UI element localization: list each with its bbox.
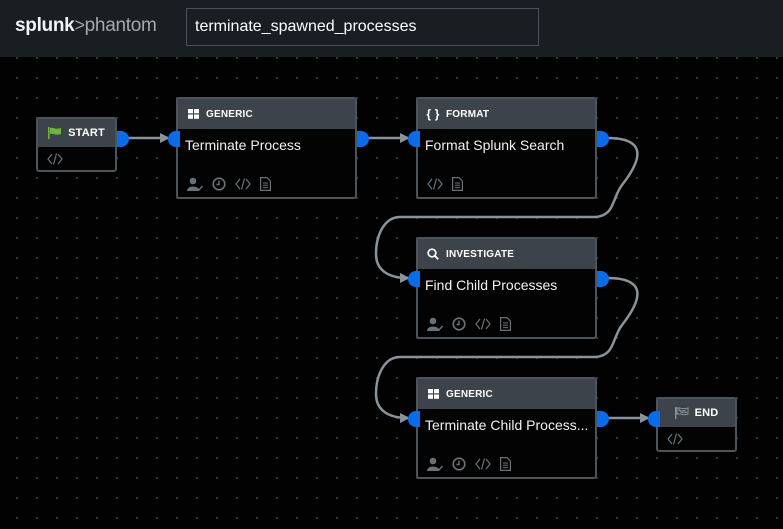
clock-icon[interactable] xyxy=(452,317,466,331)
code-icon[interactable] xyxy=(475,318,491,330)
input-port[interactable] xyxy=(168,131,180,147)
node-actions xyxy=(187,177,271,191)
code-icon[interactable] xyxy=(235,178,251,190)
end-label: END xyxy=(694,407,719,419)
approver-icon[interactable] xyxy=(427,317,443,331)
format-splunk-search-node[interactable]: { } FORMAT Format Splunk Search xyxy=(408,97,609,199)
clock-icon[interactable] xyxy=(212,177,226,191)
logo-separator: > xyxy=(74,15,85,35)
approver-icon[interactable] xyxy=(187,177,203,191)
end-input-port[interactable] xyxy=(648,411,660,427)
input-port[interactable] xyxy=(408,131,420,147)
grid-icon xyxy=(186,107,200,121)
splunk-phantom-logo[interactable]: splunk>phantom xyxy=(15,15,157,37)
node-title: Terminate Process xyxy=(185,137,301,153)
node-title: Terminate Child Process... xyxy=(425,417,589,433)
code-icon[interactable] xyxy=(427,178,443,190)
end-node-header: END xyxy=(658,399,735,427)
node-type-label: FORMAT xyxy=(446,108,490,120)
braces-icon: { } xyxy=(426,107,440,121)
clock-icon[interactable] xyxy=(452,457,466,471)
logo-splunk: splunk xyxy=(15,15,75,36)
code-icon[interactable] xyxy=(475,458,491,470)
start-actions xyxy=(47,153,63,165)
start-node[interactable]: START xyxy=(36,117,129,172)
terminate-process-header: GENERIC xyxy=(178,99,355,129)
node-actions xyxy=(427,457,511,471)
code-icon[interactable] xyxy=(47,153,63,165)
node-type-label: GENERIC xyxy=(206,108,253,120)
format-header: { } FORMAT xyxy=(418,99,595,129)
end-actions xyxy=(667,433,683,445)
playbook-canvas[interactable] xyxy=(0,57,783,529)
node-title: Format Splunk Search xyxy=(425,137,565,153)
playbook-name-input[interactable] xyxy=(186,8,539,46)
flag-icon xyxy=(48,126,62,140)
node-actions xyxy=(427,177,463,191)
document-icon[interactable] xyxy=(452,177,463,191)
node-title: Find Child Processes xyxy=(425,277,558,293)
generic-header: GENERIC xyxy=(418,379,595,409)
search-icon xyxy=(426,247,440,261)
node-type-label: GENERIC xyxy=(446,388,493,400)
start-node-header: START xyxy=(38,119,115,147)
logo-phantom: phantom xyxy=(84,15,157,36)
approver-icon[interactable] xyxy=(427,457,443,471)
top-bar: splunk>phantom xyxy=(0,0,783,57)
grid-icon xyxy=(426,387,440,401)
end-node[interactable]: END xyxy=(648,397,737,452)
find-child-processes-node[interactable]: INVESTIGATE Find Child Processes xyxy=(408,237,609,339)
document-icon[interactable] xyxy=(260,177,271,191)
checkered-flag-icon xyxy=(674,406,689,420)
code-icon[interactable] xyxy=(667,433,683,445)
terminate-process-node[interactable]: GENERIC Terminate Process xyxy=(168,97,369,199)
node-actions xyxy=(427,317,511,331)
document-icon[interactable] xyxy=(500,457,511,471)
document-icon[interactable] xyxy=(500,317,511,331)
terminate-child-processes-node[interactable]: GENERIC Terminate Child Process... xyxy=(408,377,609,479)
input-port[interactable] xyxy=(408,271,420,287)
start-label: START xyxy=(68,127,105,139)
input-port[interactable] xyxy=(408,411,420,427)
node-type-label: INVESTIGATE xyxy=(446,248,515,260)
investigate-header: INVESTIGATE xyxy=(418,239,595,269)
